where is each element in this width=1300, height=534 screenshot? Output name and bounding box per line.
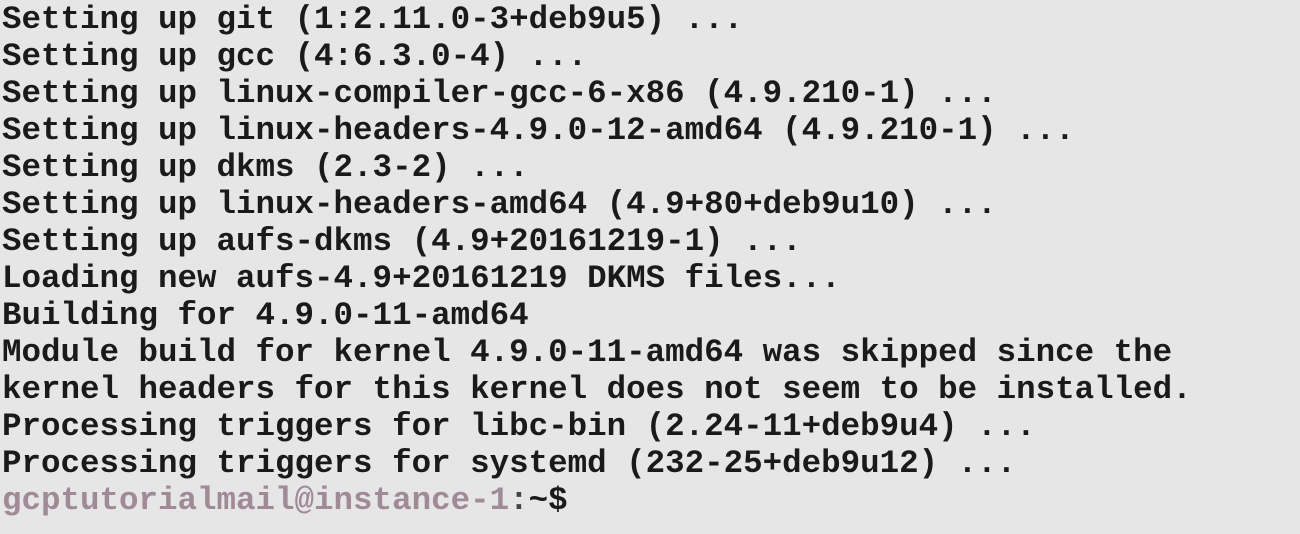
terminal-window[interactable]: Setting up git (1:2.11.0-3+deb9u5) ... S…	[0, 0, 1300, 534]
output-line: Processing triggers for libc-bin (2.24-1…	[2, 408, 1036, 445]
output-line: Building for 4.9.0-11-amd64	[2, 297, 529, 334]
output-line: Setting up gcc (4:6.3.0-4) ...	[2, 38, 588, 75]
cursor[interactable]	[568, 484, 586, 514]
output-line: Processing triggers for systemd (232-25+…	[2, 445, 1017, 482]
output-line: Setting up dkms (2.3-2) ...	[2, 149, 529, 186]
output-line: Setting up git (1:2.11.0-3+deb9u5) ...	[2, 1, 744, 38]
output-line: Setting up linux-compiler-gcc-6-x86 (4.9…	[2, 75, 997, 112]
output-line: Loading new aufs-4.9+20161219 DKMS files…	[2, 260, 841, 297]
output-line: Setting up aufs-dkms (4.9+20161219-1) ..…	[2, 223, 802, 260]
command-prompt[interactable]: gcptutorialmail@instance-1:~$	[2, 482, 1300, 519]
output-line: kernel headers for this kernel does not …	[2, 371, 1192, 408]
prompt-separator: :	[509, 482, 529, 519]
prompt-path: ~$	[528, 482, 568, 519]
prompt-user-host: gcptutorialmail@instance-1	[2, 482, 510, 519]
output-line: Module build for kernel 4.9.0-11-amd64 w…	[2, 334, 1173, 371]
output-line: Setting up linux-headers-4.9.0-12-amd64 …	[2, 112, 1075, 149]
output-line: Setting up linux-headers-amd64 (4.9+80+d…	[2, 186, 997, 223]
